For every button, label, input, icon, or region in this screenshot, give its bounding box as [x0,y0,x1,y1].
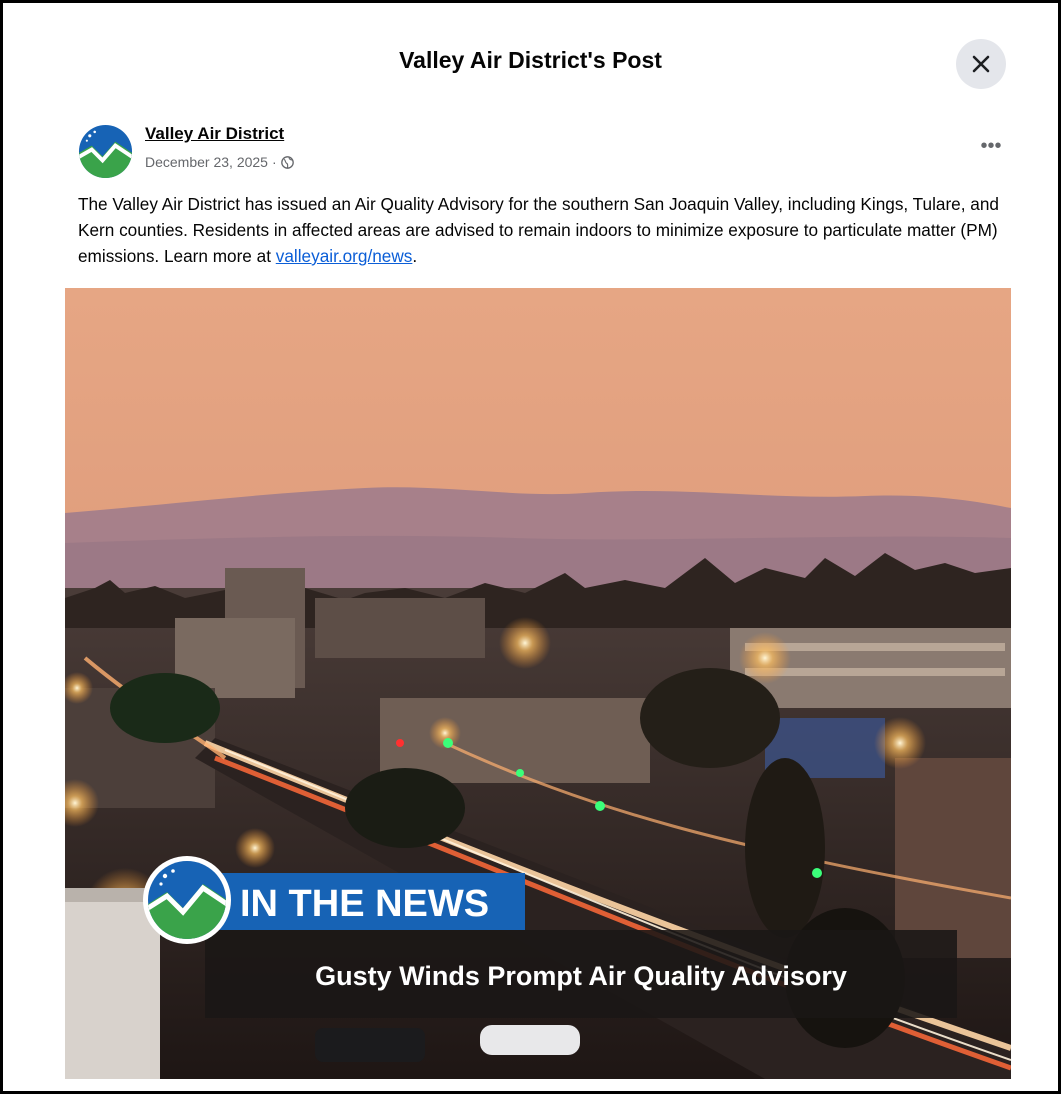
city-night-photo: IN THE NEWS Gusty Winds Prompt Air Quali… [65,288,1011,1079]
headline-text: Gusty Winds Prompt Air Quality Advisory [315,961,847,991]
close-button[interactable] [956,39,1006,89]
post-image[interactable]: IN THE NEWS Gusty Winds Prompt Air Quali… [65,288,1011,1079]
avatar[interactable] [78,124,133,179]
dialog-title: Valley Air District's Post [399,47,662,73]
post-author-row: Valley Air District December 23, 2025 · … [78,121,1018,181]
more-options-icon: ••• [980,135,1002,157]
post-meta: December 23, 2025 · [145,154,294,170]
news-link[interactable]: valleyair.org/news [276,246,413,266]
post-body-text: The Valley Air District has issued an Ai… [78,194,999,266]
dialog-header: Valley Air District's Post [3,3,1058,100]
author-name-link[interactable]: Valley Air District [145,124,284,144]
more-options-button[interactable]: ••• [973,136,1009,164]
post-text: The Valley Air District has issued an Ai… [78,191,1023,269]
meta-separator: · [271,154,277,170]
post-dialog: Valley Air District's Post Valley Air Di… [0,0,1061,1094]
close-icon [972,55,990,73]
valley-air-logo [143,856,231,944]
banner-label: IN THE NEWS [240,883,489,925]
post-body-end: . [412,246,418,266]
post-date[interactable]: December 23, 2025 [145,154,268,170]
globe-icon [280,155,294,169]
